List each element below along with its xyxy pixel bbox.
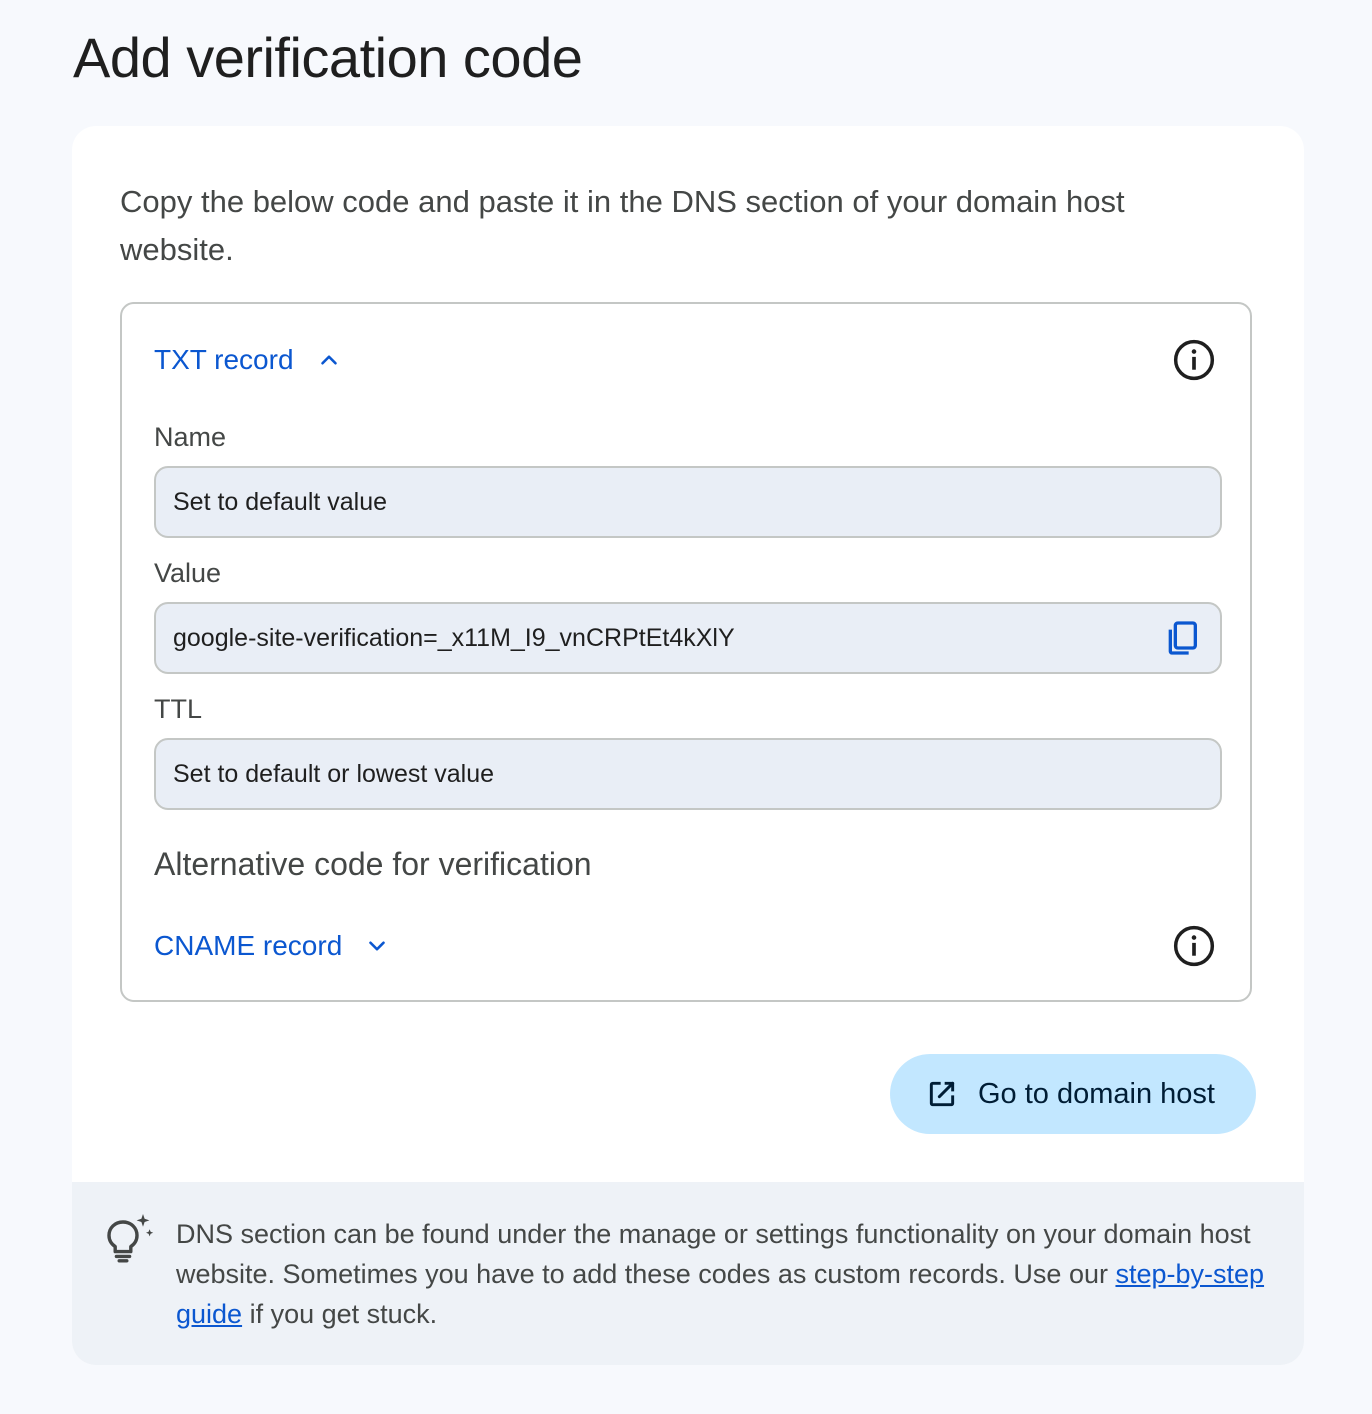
verification-card: Copy the below code and paste it in the … [72, 126, 1304, 1365]
cname-info-icon[interactable] [1172, 924, 1216, 968]
go-to-domain-host-button[interactable]: Go to domain host [890, 1054, 1256, 1134]
tip-panel: DNS section can be found under the manag… [72, 1182, 1304, 1365]
ttl-field[interactable]: Set to default or lowest value [154, 738, 1222, 810]
value-field[interactable]: google-site-verification=_x11M_I9_vnCRPt… [154, 602, 1222, 674]
name-field[interactable]: Set to default value [154, 466, 1222, 538]
tip-text: DNS section can be found under the manag… [176, 1214, 1276, 1334]
cname-record-toggle[interactable]: CNAME record [154, 930, 390, 962]
value-field-label: Value [154, 558, 222, 588]
open-in-new-icon [929, 1081, 955, 1107]
alternative-heading: Alternative code for verification [154, 846, 592, 882]
cname-record-label: CNAME record [154, 930, 343, 961]
ttl-field-label: TTL [154, 694, 203, 724]
tip-text-before: DNS section can be found under the manag… [176, 1219, 1251, 1289]
lightbulb-sparkle-icon [107, 1214, 154, 1263]
chevron-up-icon [320, 355, 337, 365]
name-field-label: Name [154, 422, 227, 452]
copy-icon[interactable] [1162, 618, 1202, 658]
txt-info-icon[interactable] [1172, 338, 1216, 382]
value-field-value: google-site-verification=_x11M_I9_vnCRPt… [173, 623, 735, 652]
intro-text: Copy the below code and paste it in the … [120, 184, 1125, 267]
record-panel: TXT record Name Set to default value Val… [120, 302, 1252, 1002]
go-to-domain-host-label: Go to domain host [978, 1077, 1215, 1110]
page-title: Add verification code [73, 26, 583, 89]
ttl-field-value: Set to default or lowest value [173, 759, 495, 788]
txt-record-label: TXT record [154, 344, 294, 375]
tip-text-after: if you get stuck. [242, 1299, 438, 1329]
chevron-down-icon [369, 941, 386, 951]
name-field-value: Set to default value [173, 487, 388, 516]
txt-record-toggle[interactable]: TXT record [154, 344, 342, 376]
